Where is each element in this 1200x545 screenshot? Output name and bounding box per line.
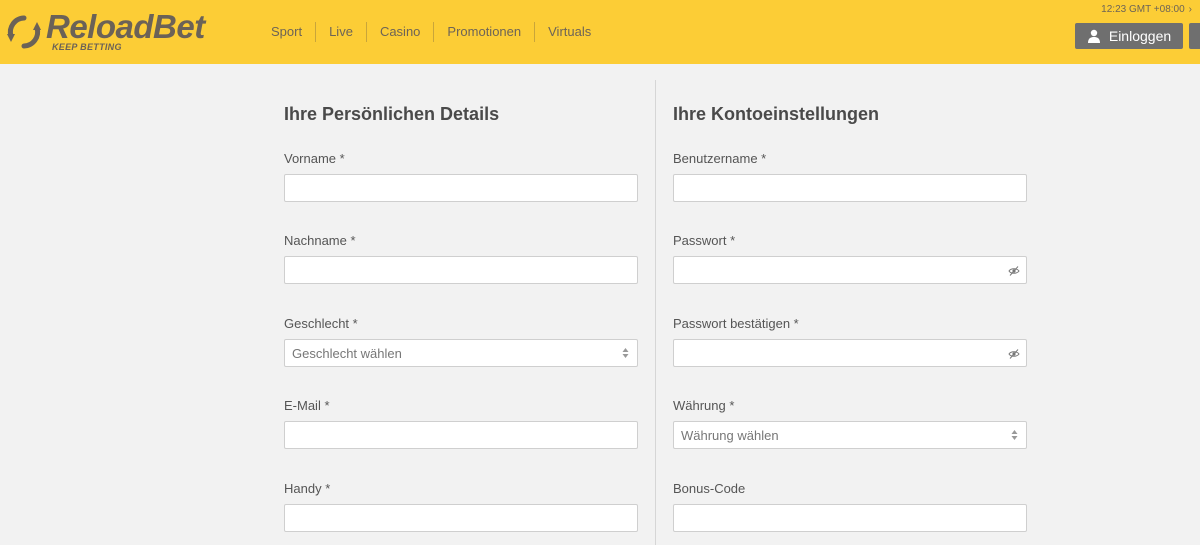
personal-details-title: Ihre Persönlichen Details bbox=[284, 104, 500, 124]
nav-live[interactable]: Live bbox=[315, 22, 366, 42]
username-label: Benutzername * bbox=[673, 151, 767, 166]
first-name-field[interactable] bbox=[284, 174, 638, 202]
nav-sport[interactable]: Sport bbox=[258, 22, 315, 42]
bonus-code-input[interactable] bbox=[674, 505, 1026, 531]
bonus-code-label: Bonus-Code bbox=[673, 481, 746, 496]
email-input[interactable] bbox=[285, 422, 637, 448]
password-field[interactable] bbox=[673, 256, 1027, 284]
reloadbet-logo[interactable]: ReloadBet KEEP BETTING bbox=[6, 8, 206, 56]
email-field[interactable] bbox=[284, 421, 638, 449]
column-divider bbox=[655, 80, 656, 545]
gender-select[interactable]: Geschlecht wählen bbox=[284, 339, 638, 367]
password-confirm-field[interactable] bbox=[673, 339, 1027, 367]
user-icon bbox=[1087, 29, 1100, 43]
currency-label: Währung * bbox=[673, 398, 735, 413]
select-arrows-icon bbox=[1011, 430, 1018, 440]
phone-field[interactable] bbox=[284, 504, 638, 532]
password-confirm-input[interactable] bbox=[674, 340, 1026, 366]
phone-label: Handy * bbox=[284, 481, 331, 496]
password-input[interactable] bbox=[674, 257, 1026, 283]
username-input[interactable] bbox=[674, 175, 1026, 201]
last-name-field[interactable] bbox=[284, 256, 638, 284]
eye-slash-icon[interactable] bbox=[1008, 348, 1020, 360]
select-arrows-icon bbox=[622, 348, 629, 358]
nav-casino[interactable]: Casino bbox=[365, 22, 433, 42]
currency-placeholder: Währung wählen bbox=[681, 428, 779, 443]
password-label: Passwort * bbox=[673, 233, 736, 248]
nav-virtuals[interactable]: Virtuals bbox=[534, 22, 604, 42]
brand-tagline: KEEP BETTING bbox=[52, 42, 122, 52]
gender-label: Geschlecht * bbox=[284, 316, 358, 331]
email-label: E-Mail * bbox=[284, 398, 330, 413]
account-settings-title: Ihre Kontoeinstellungen bbox=[673, 104, 880, 124]
username-field[interactable] bbox=[673, 174, 1027, 202]
register-button[interactable] bbox=[1189, 23, 1200, 49]
first-name-label: Vorname * bbox=[284, 151, 345, 166]
reload-arrows-icon bbox=[7, 15, 41, 49]
login-label: Einloggen bbox=[1108, 28, 1172, 44]
password-confirm-label: Passwort bestätigen * bbox=[673, 316, 799, 331]
nav-promotionen[interactable]: Promotionen bbox=[433, 22, 534, 42]
clock[interactable]: 12:23 GMT +08:00 › bbox=[1101, 4, 1192, 15]
first-name-input[interactable] bbox=[285, 175, 637, 201]
top-header: ReloadBet KEEP BETTING Sport Live Casino… bbox=[0, 0, 1200, 64]
login-button[interactable]: Einloggen bbox=[1075, 23, 1183, 49]
last-name-label: Nachname * bbox=[284, 233, 356, 248]
gender-placeholder: Geschlecht wählen bbox=[292, 346, 402, 361]
chevron-right-icon: › bbox=[1188, 4, 1192, 15]
phone-input[interactable] bbox=[285, 505, 637, 531]
bonus-code-field[interactable] bbox=[673, 504, 1027, 532]
brand-name: ReloadBet bbox=[46, 8, 205, 45]
currency-select[interactable]: Währung wählen bbox=[673, 421, 1027, 449]
main-nav: Sport Live Casino Promotionen Virtuals bbox=[258, 22, 604, 42]
last-name-input[interactable] bbox=[285, 257, 637, 283]
clock-time: 12:23 GMT +08:00 bbox=[1101, 4, 1185, 15]
eye-slash-icon[interactable] bbox=[1008, 265, 1020, 277]
